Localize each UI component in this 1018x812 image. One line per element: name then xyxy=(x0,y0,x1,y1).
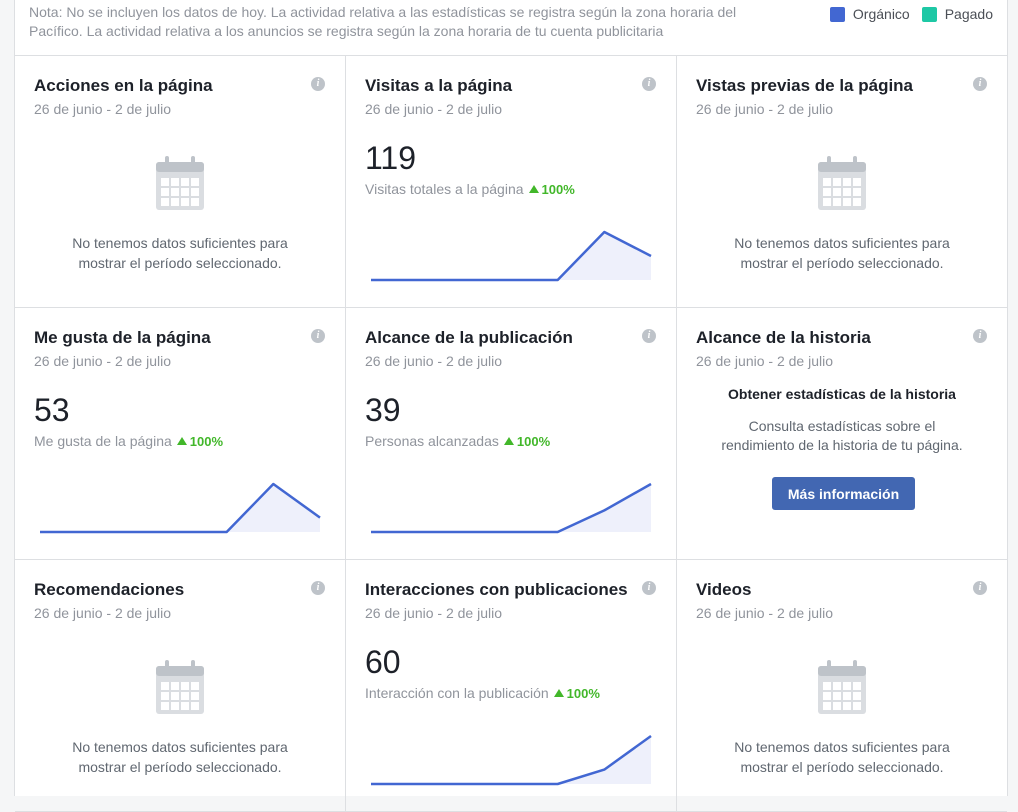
card-date: 26 de junio - 2 de julio xyxy=(34,101,171,117)
card-post-engagement[interactable]: Interacciones con publicaciones 26 de ju… xyxy=(346,560,677,812)
card-page-views[interactable]: Visitas a la página 26 de junio - 2 de j… xyxy=(346,56,677,308)
card-date: 26 de junio - 2 de julio xyxy=(365,353,502,369)
sparkline-area xyxy=(371,232,651,280)
legend-label-paid: Pagado xyxy=(944,6,993,22)
metric-change: 100% xyxy=(528,181,575,197)
card-title: Acciones en la página xyxy=(34,76,213,95)
metric-label-text: Me gusta de la página xyxy=(34,433,172,449)
organic-swatch xyxy=(829,6,845,22)
no-data-message: No tenemos datos suficientes para mostra… xyxy=(677,233,1007,273)
info-icon[interactable]: i xyxy=(973,329,987,343)
no-data-line-2: mostrar el período seleccionado. xyxy=(740,759,944,775)
info-icon[interactable]: i xyxy=(311,581,325,595)
card-page-actions[interactable]: Acciones en la página 26 de junio - 2 de… xyxy=(15,56,346,308)
no-data-message: No tenemos datos suficientes para mostra… xyxy=(15,233,345,273)
metric-change: 100% xyxy=(176,433,224,449)
metric-value: 119 xyxy=(365,140,417,176)
info-icon[interactable]: i xyxy=(311,329,325,343)
card-title: Videos xyxy=(696,580,752,599)
card-post-reach[interactable]: Alcance de la publicación 26 de junio - … xyxy=(346,308,677,560)
metric-change-value: 100% xyxy=(541,181,575,197)
no-data-line-2: mostrar el período seleccionado. xyxy=(740,255,944,271)
card-date: 26 de junio - 2 de julio xyxy=(365,101,502,117)
no-data-line-1: No tenemos datos suficientes para xyxy=(734,235,950,251)
no-data-line-2: mostrar el período seleccionado. xyxy=(78,759,282,775)
legend-item-paid[interactable]: Pagado xyxy=(921,6,993,22)
no-data-line-1: No tenemos datos suficientes para xyxy=(734,739,950,755)
card-date: 26 de junio - 2 de julio xyxy=(34,605,171,621)
metric-change: 100% xyxy=(503,433,551,449)
sparkline xyxy=(40,482,321,534)
no-data-line-2: mostrar el período seleccionado. xyxy=(78,255,282,271)
card-title: Alcance de la publicación xyxy=(365,328,573,347)
metric-change: 100% xyxy=(553,685,600,701)
story-desc-line-1: Consulta estadísticas sobre el xyxy=(748,418,936,434)
card-recommendations[interactable]: Recomendaciones 26 de junio - 2 de julio… xyxy=(15,560,346,812)
sparkline-area xyxy=(40,484,320,532)
card-date: 26 de junio - 2 de julio xyxy=(696,353,833,369)
insights-panel: Nota: No se incluyen los datos de hoy. L… xyxy=(14,0,1008,812)
metric-value: 60 xyxy=(365,644,401,680)
info-icon[interactable]: i xyxy=(642,329,656,343)
info-icon[interactable]: i xyxy=(973,581,987,595)
card-title: Visitas a la página xyxy=(365,76,513,95)
metric-change-value: 100% xyxy=(189,433,224,449)
info-icon[interactable]: i xyxy=(311,77,325,91)
calendar-icon xyxy=(817,156,867,217)
metric-value: 53 xyxy=(34,392,70,428)
card-title: Interacciones con publicaciones xyxy=(365,580,628,599)
card-page-likes[interactable]: Me gusta de la página 26 de junio - 2 de… xyxy=(15,308,346,560)
sparkline-area xyxy=(371,736,651,784)
no-data-line-1: No tenemos datos suficientes para xyxy=(72,235,288,251)
card-videos[interactable]: Videos 26 de junio - 2 de julio i No ten… xyxy=(677,560,1007,812)
metrics-grid: Acciones en la página 26 de junio - 2 de… xyxy=(15,55,1007,812)
legend: Orgánico Pagado xyxy=(829,6,993,22)
up-arrow-icon xyxy=(528,185,539,193)
up-arrow-icon xyxy=(176,437,187,445)
legend-label-organic: Orgánico xyxy=(852,6,910,22)
metric-change-value: 100% xyxy=(516,433,551,449)
story-heading: Obtener estadísticas de la historia xyxy=(728,386,956,402)
card-date: 26 de junio - 2 de julio xyxy=(696,605,833,621)
more-info-button[interactable]: Más información xyxy=(772,477,915,510)
metric-label-text: Interacción con la publicación xyxy=(365,685,549,701)
calendar-icon xyxy=(155,156,205,217)
metric-value: 39 xyxy=(365,392,401,428)
card-page-previews[interactable]: Vistas previas de la página 26 de junio … xyxy=(677,56,1007,308)
paid-swatch xyxy=(921,6,937,22)
no-data-line-1: No tenemos datos suficientes para xyxy=(72,739,288,755)
story-desc-line-2: rendimiento de la historia de tu página. xyxy=(721,437,963,453)
card-story-reach: Alcance de la historia 26 de junio - 2 d… xyxy=(677,308,1007,560)
card-title: Alcance de la historia xyxy=(696,328,871,347)
legend-item-organic[interactable]: Orgánico xyxy=(829,6,910,22)
up-arrow-icon xyxy=(503,437,514,445)
story-description: Consulta estadísticas sobre el rendimien… xyxy=(677,417,1007,455)
metric-label: Visitas totales a la página 100% xyxy=(365,181,575,197)
timezone-note: Nota: No se incluyen los datos de hoy. L… xyxy=(29,4,737,39)
card-title: Vistas previas de la página xyxy=(696,76,914,95)
card-date: 26 de junio - 2 de julio xyxy=(365,605,502,621)
info-icon[interactable]: i xyxy=(973,77,987,91)
up-arrow-icon xyxy=(553,689,564,697)
no-data-message: No tenemos datos suficientes para mostra… xyxy=(677,737,1007,777)
metric-label: Interacción con la publicación 100% xyxy=(365,685,600,701)
metric-change-value: 100% xyxy=(566,685,600,701)
info-icon[interactable]: i xyxy=(642,581,656,595)
metric-label: Me gusta de la página 100% xyxy=(34,433,223,449)
calendar-icon xyxy=(155,660,205,721)
no-data-message: No tenemos datos suficientes para mostra… xyxy=(15,737,345,777)
sparkline xyxy=(371,734,652,786)
sparkline xyxy=(371,482,652,534)
card-date: 26 de junio - 2 de julio xyxy=(34,353,171,369)
card-title: Me gusta de la página xyxy=(34,328,211,347)
card-date: 26 de junio - 2 de julio xyxy=(696,101,833,117)
info-icon[interactable]: i xyxy=(642,77,656,91)
metric-label-text: Visitas totales a la página xyxy=(365,181,524,197)
card-title: Recomendaciones xyxy=(34,580,185,599)
metric-label-text: Personas alcanzadas xyxy=(365,433,499,449)
calendar-icon xyxy=(817,660,867,721)
sparkline xyxy=(371,230,652,282)
metric-label: Personas alcanzadas 100% xyxy=(365,433,550,449)
